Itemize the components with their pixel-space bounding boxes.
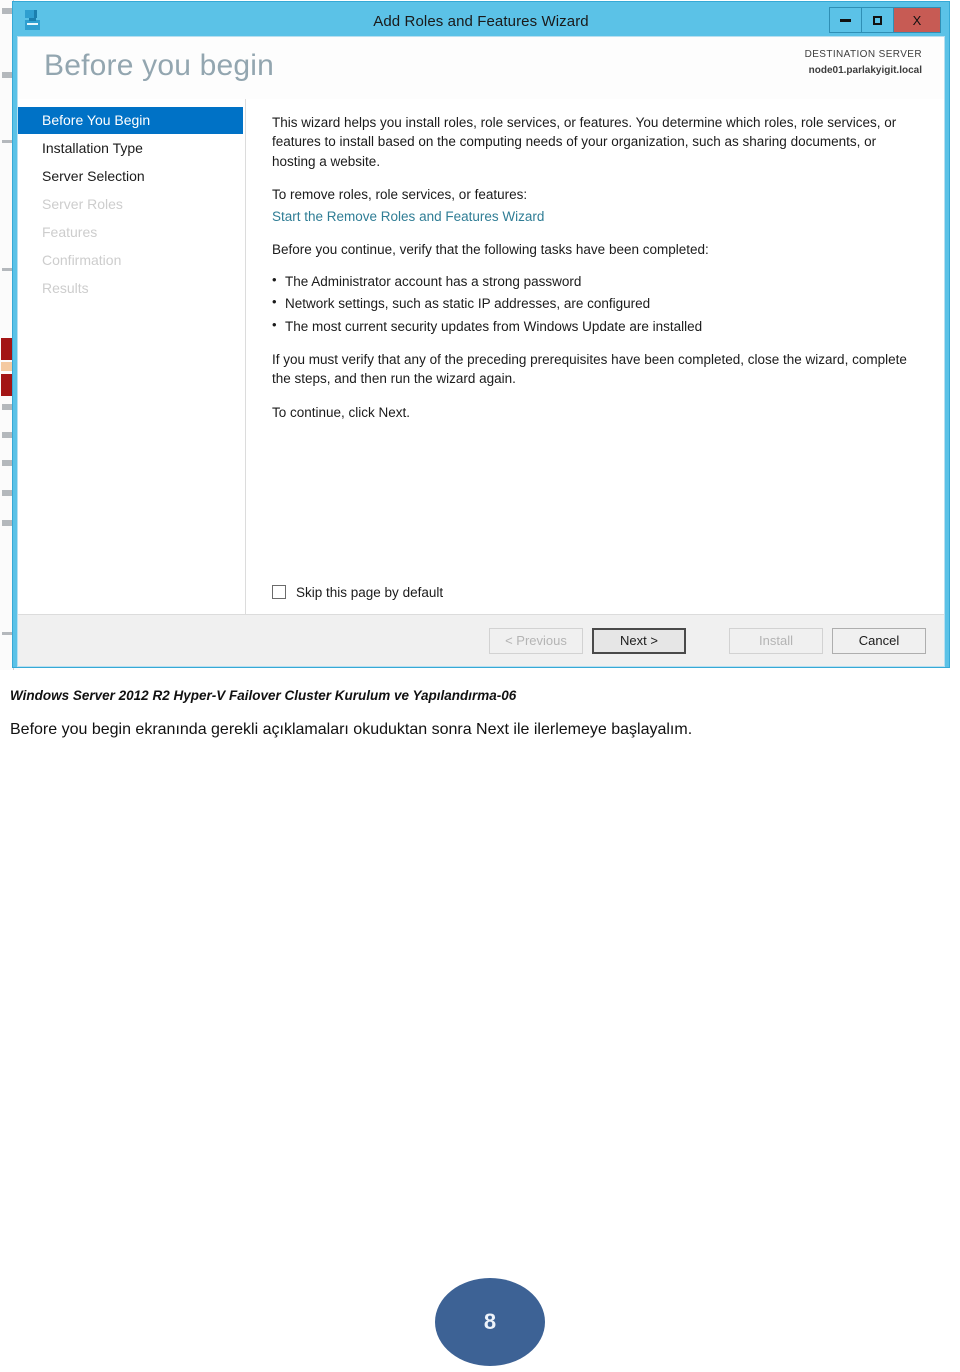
add-roles-wizard-window: Add Roles and Features Wizard X Before y… (13, 2, 949, 667)
sidebar-item-features: Features (42, 224, 98, 240)
minimize-icon (840, 18, 851, 22)
window-titlebar[interactable]: Add Roles and Features Wizard X (17, 6, 945, 36)
close-button[interactable]: X (893, 7, 941, 33)
sidebar-item-confirmation: Confirmation (42, 252, 122, 268)
destination-server-block: DESTINATION SERVER node01.parlakyigit.lo… (805, 47, 922, 78)
verify-heading: Before you continue, verify that the fol… (272, 242, 709, 258)
background-alert-bar (1, 374, 13, 396)
destination-server-name: node01.parlakyigit.local (808, 64, 922, 76)
sidebar-item-server-selection[interactable]: Server Selection (18, 163, 243, 190)
maximize-icon (873, 15, 882, 25)
prerequisites-list: The Administrator account has a strong p… (272, 271, 922, 336)
page-main: Before You Begin Installation Type Serve… (18, 99, 944, 614)
background-text-fragment (2, 520, 13, 526)
background-text-fragment (2, 404, 13, 410)
maximize-button[interactable] (861, 7, 894, 33)
background-text-fragment (2, 72, 13, 78)
list-item: The Administrator account has a strong p… (272, 271, 922, 291)
page-title: Before you begin (44, 49, 275, 82)
page-number-badge: 8 (435, 1278, 545, 1366)
document-page: Add Roles and Features Wizard X Before y… (0, 0, 960, 1372)
sidebar-item-results: Results (42, 280, 89, 296)
destination-label: DESTINATION SERVER (804, 49, 922, 60)
next-button[interactable]: Next > (592, 627, 686, 654)
previous-button: < Previous (489, 627, 583, 654)
window-body: Before you begin DESTINATION SERVER node… (17, 36, 945, 667)
verify-note: If you must verify that any of the prece… (272, 351, 907, 387)
wizard-step-nav: Before You Begin Installation Type Serve… (18, 99, 246, 614)
close-icon: X (912, 12, 922, 28)
background-text-fragment (2, 432, 13, 438)
caption-block: Windows Server 2012 R2 Hyper-V Failover … (10, 688, 940, 739)
install-button: Install (729, 627, 823, 654)
sidebar-item-installation-type[interactable]: Installation Type (18, 135, 243, 162)
intro-paragraph: This wizard helps you install roles, rol… (272, 115, 897, 169)
background-text-fragment (2, 632, 13, 635)
caption-body: Before you begin ekranında gerekli açıkl… (10, 721, 693, 738)
background-text-fragment (2, 490, 13, 496)
remove-roles-wizard-link[interactable]: Start the Remove Roles and Features Wiza… (272, 207, 922, 226)
sidebar-item-before-you-begin[interactable]: Before You Begin (18, 107, 243, 134)
list-item: Network settings, such as static IP addr… (272, 293, 922, 313)
minimize-button[interactable] (829, 7, 862, 33)
skip-page-checkbox[interactable] (272, 585, 286, 600)
sidebar-item-server-roles: Server Roles (42, 196, 123, 212)
background-alert-bar (1, 338, 13, 360)
page-header: Before you begin DESTINATION SERVER node… (18, 37, 944, 99)
background-text-fragment (2, 140, 13, 143)
remove-heading: To remove roles, role services, or featu… (272, 187, 528, 203)
background-text-fragment (2, 8, 13, 14)
window-title: Add Roles and Features Wizard (373, 12, 589, 30)
background-text-fragment (2, 268, 13, 271)
caption-title: Windows Server 2012 R2 Hyper-V Failover … (10, 688, 517, 703)
list-item: The most current security updates from W… (272, 315, 922, 336)
wizard-content: This wizard helps you install roles, rol… (246, 99, 944, 614)
wizard-footer: < Previous Next > Install Cancel (18, 614, 944, 666)
skip-page-label: Skip this page by default (296, 584, 444, 600)
window-controls: X (829, 7, 941, 33)
skip-page-row[interactable]: Skip this page by default (272, 583, 443, 602)
background-text-fragment (2, 460, 13, 466)
continue-note: To continue, click Next. (272, 404, 411, 420)
background-warning-bar (1, 362, 13, 371)
cancel-button[interactable]: Cancel (832, 627, 926, 654)
server-manager-icon (23, 9, 45, 33)
